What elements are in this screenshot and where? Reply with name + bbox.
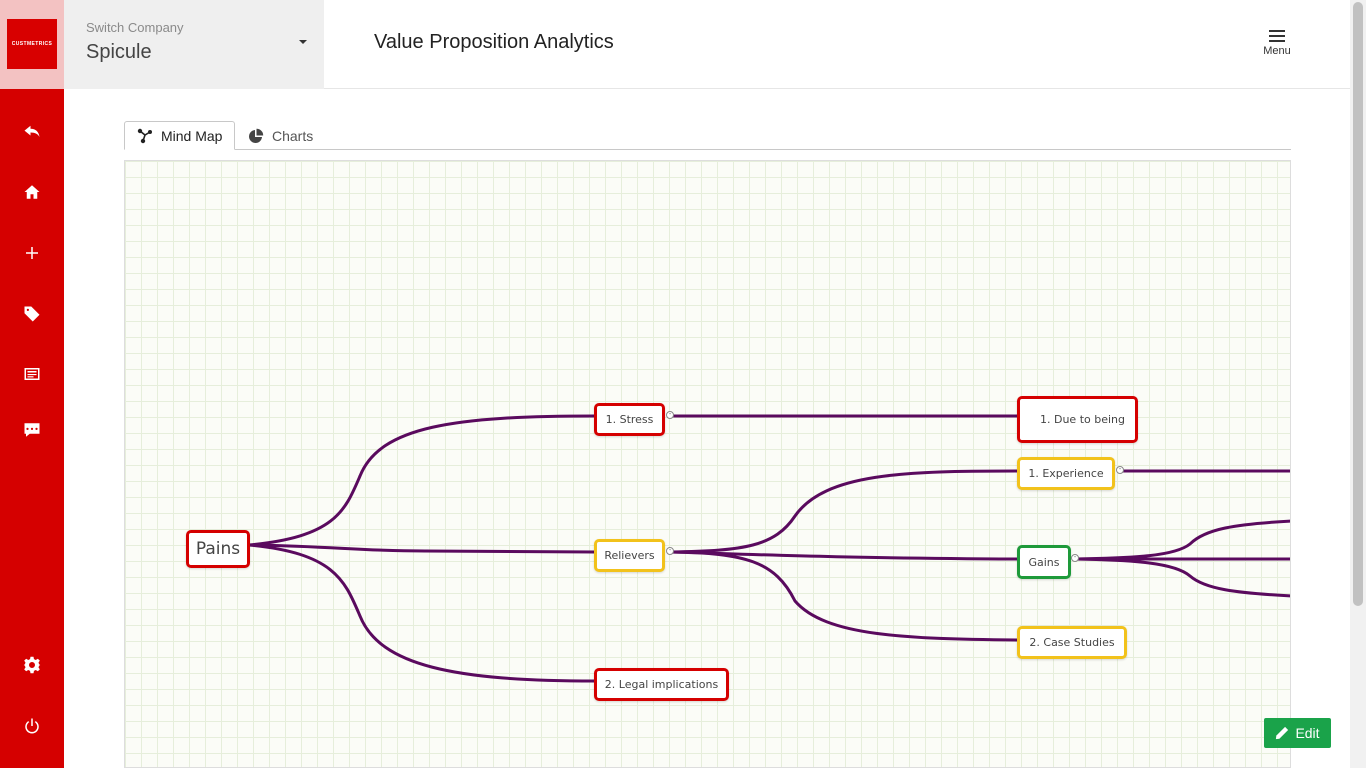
edit-label: Edit [1295,725,1320,741]
company-name: Spicule [86,41,152,63]
power-icon[interactable] [20,714,44,738]
collapse-toggle[interactable]: - [1116,466,1124,474]
pie-chart-icon [249,128,264,143]
mind-map-node-case-studies[interactable]: 2. Case Studies [1017,626,1127,659]
mind-map-node-due-to-being[interactable]: 1. Due to being [1017,396,1138,443]
link-pains-legal [248,543,596,683]
mind-map-node-stress[interactable]: 1. Stress [594,403,665,436]
logo-area: CUSTMETRICS [0,0,64,89]
link-pains-stress [248,414,596,547]
top-header: Value Proposition Analytics Menu [324,0,1350,89]
page-title: Value Proposition Analytics [374,31,614,53]
home-icon[interactable] [20,180,44,204]
mind-map-node-pains[interactable]: Pains [186,530,250,568]
menu-label: Menu [1263,45,1291,57]
link-relievers-experience [670,469,1019,554]
menu-button[interactable]: Menu [1262,30,1292,57]
collapse-toggle[interactable]: - [666,411,674,419]
chevron-down-icon [299,40,307,44]
company-switch-label: Switch Company [86,20,184,35]
collapse-toggle[interactable]: - [666,547,674,555]
pencil-icon [1276,726,1289,740]
edit-button[interactable]: Edit [1264,718,1331,748]
mind-map-node-gains[interactable]: Gains [1017,545,1071,579]
scrollbar-thumb[interactable] [1353,2,1363,606]
mind-map-node-legal-implications[interactable]: 2. Legal implications [594,668,729,701]
gear-icon[interactable] [20,653,44,677]
mind-map-node-experience[interactable]: 1. Experience [1017,457,1115,490]
link-pains-relievers [248,543,596,554]
sitemap-icon [137,128,152,143]
tab-label: Mind Map [161,127,223,144]
hamburger-icon [1269,30,1285,42]
page-scrollbar[interactable] [1350,0,1366,768]
mind-map-node-relievers[interactable]: Relievers [594,539,665,572]
link-gains-right-3 [1074,557,1290,598]
sidebar: CUSTMETRICS [0,0,64,768]
tab-charts[interactable]: Charts [248,121,313,150]
company-switcher[interactable]: Switch Company Spicule [64,0,324,89]
newspaper-icon[interactable] [20,362,44,386]
comment-icon[interactable] [20,418,44,442]
mind-map-canvas[interactable]: Pains 1. Stress - Relievers - 2. Legal i… [124,160,1291,768]
logo-text: CUSTMETRICS [11,41,53,47]
tag-icon[interactable] [20,302,44,326]
brand-logo[interactable]: CUSTMETRICS [7,19,57,69]
collapse-toggle[interactable]: - [1071,554,1079,562]
link-relievers-case [670,550,1019,642]
view-tabs: Mind Map Charts [124,121,1291,150]
back-icon[interactable] [20,119,44,143]
link-gains-right-1 [1074,519,1290,561]
tab-mind-map[interactable]: Mind Map [124,121,235,150]
plus-icon[interactable] [20,241,44,265]
tab-label: Charts [272,127,314,144]
